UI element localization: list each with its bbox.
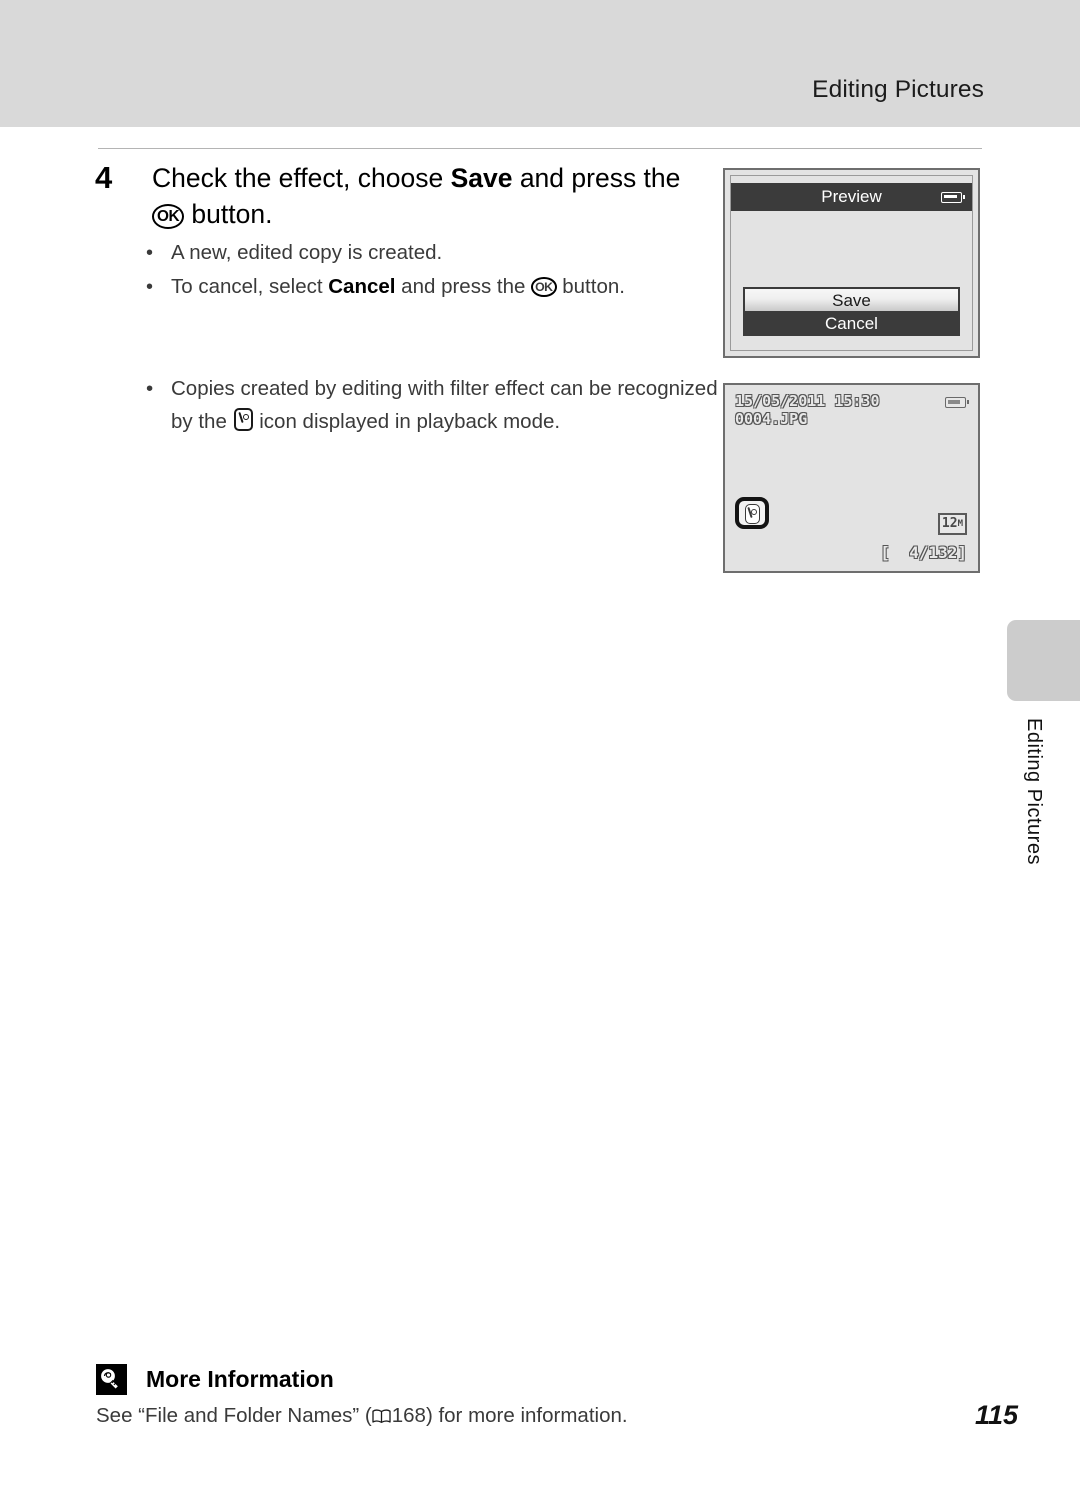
step-heading: Check the effect, choose Save and press … [152,160,692,232]
ok-button-icon: OK [152,203,185,229]
bullet-marker: • [146,276,154,298]
step-heading-pre: Check the effect, choose [152,163,451,193]
bullet-text-pre: To cancel, select [171,275,329,298]
bullet-cancel-emphasis: Cancel [328,275,396,298]
image-size-badge: 12M [937,513,967,535]
preview-screen-body: Preview Save Cancel [730,175,973,351]
playback-screen-mockup: 15/05/2011 15:30 0004.JPG 12M [ 4/132] [723,383,980,573]
list-item: • A new, edited copy is created. [143,236,713,270]
preview-title-bar: Preview [731,183,972,211]
step-number: 4 [95,160,113,195]
bullet-marker: • [146,377,154,400]
reference-text-post: ) for more information. [425,1404,628,1427]
page-header-band [0,0,1080,127]
image-size-unit: M [957,519,963,529]
ok-button-icon: OK [531,277,557,297]
step-bullet-list: • A new, edited copy is created. • To canc… [143,236,713,304]
filter-effect-icon [735,497,769,529]
step-heading-save-emphasis: Save [450,163,513,193]
battery-icon [945,397,969,408]
note-text-post: icon displayed in playback mode. [253,410,561,433]
battery-icon [941,192,965,203]
image-size-number: 12 [941,516,958,531]
filter-effect-note: • Copies created by editing with filter … [143,372,718,438]
playback-datetime: 15/05/2011 15:30 [735,392,880,410]
playback-screen-body: 15/05/2011 15:30 0004.JPG 12M [ 4/132] [725,385,978,571]
reference-page-number: 168 [391,1404,426,1427]
preview-title-label: Preview [821,187,882,206]
more-information-heading: More Information [146,1366,334,1392]
filter-effect-glyph [745,504,760,524]
cancel-button[interactable]: Cancel [743,311,960,336]
bullet-marker: • [146,242,154,264]
page-number: 115 [974,1400,1018,1430]
save-button[interactable]: Save [743,287,960,311]
chapter-tab-label: Editing Pictures [1023,718,1045,865]
step-heading-post: button. [184,199,273,229]
playback-filename: 0004.JPG [735,410,808,428]
step-heading-mid: and press the [512,163,681,193]
bullet-text-tail: button. [556,275,625,298]
bullet-text-post: and press the [395,275,532,298]
frame-counter: [ 4/132] [880,543,967,562]
chapter-tab-marker [1007,620,1080,701]
bullet-text: A new, edited copy is created. [171,241,443,264]
list-item: • To cancel, select Cancel and press the … [143,270,713,304]
more-information-body: See “File and Folder Names” ( 168) for mo… [96,1404,628,1428]
book-icon [372,1409,391,1424]
note-text: Copies created by editing with filter ef… [143,372,718,438]
reference-text-pre: See “File and Folder Names” ( [96,1404,372,1427]
lightbulb-icon [96,1364,127,1395]
preview-screen-mockup: Preview Save Cancel [723,168,980,358]
page-header-title: Editing Pictures [812,76,984,103]
header-divider-rule [98,148,982,149]
filter-effect-icon [233,408,253,431]
